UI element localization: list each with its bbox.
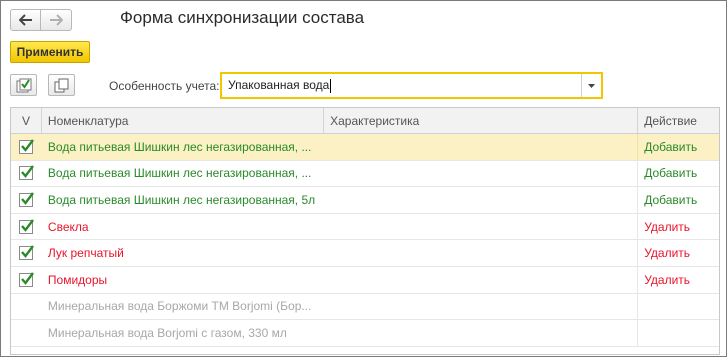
row-characteristic-cell[interactable] bbox=[324, 213, 639, 240]
table-row[interactable]: Вода питьевая Шишкин лес негазированная,… bbox=[11, 160, 719, 188]
row-characteristic-cell[interactable] bbox=[324, 134, 639, 160]
row-action-cell[interactable]: Добавить bbox=[638, 134, 719, 160]
row-check-cell bbox=[11, 214, 42, 240]
row-check-cell bbox=[11, 267, 42, 293]
row-characteristic-cell[interactable] bbox=[324, 187, 639, 213]
row-action-cell[interactable]: Добавить bbox=[638, 187, 719, 213]
row-action-cell[interactable]: Удалить bbox=[638, 240, 719, 266]
column-header-characteristic[interactable]: Характеристика bbox=[324, 108, 639, 133]
row-item-cell[interactable]: Минеральная вода Borjomi с газом, 330 мл bbox=[42, 320, 324, 346]
dropdown-button[interactable] bbox=[581, 74, 601, 97]
row-item-cell[interactable]: Вода питьевая Шишкин лес негазированная,… bbox=[42, 161, 324, 187]
chevron-down-icon bbox=[588, 83, 595, 88]
row-checkbox[interactable] bbox=[19, 245, 35, 261]
table-row[interactable]: Лук репчатый Удалить bbox=[11, 240, 719, 267]
sync-form-window: Форма синхронизации состава Применить Ос… bbox=[0, 0, 727, 357]
checkmark-icon bbox=[21, 165, 35, 179]
row-action-cell[interactable]: Удалить bbox=[638, 267, 719, 293]
row-item-cell[interactable]: Минеральная вода Боржоми ТМ Borjomi (Бор… bbox=[42, 294, 324, 320]
row-item-cell[interactable]: Свекла bbox=[42, 214, 324, 240]
arrow-left-icon bbox=[18, 14, 32, 26]
copy-icon bbox=[54, 78, 68, 92]
back-button[interactable] bbox=[10, 9, 41, 31]
table-row[interactable]: Свекла Удалить bbox=[11, 213, 719, 241]
row-checkbox[interactable] bbox=[19, 272, 35, 287]
checkmark-icon bbox=[21, 192, 35, 205]
row-checkbox[interactable] bbox=[19, 192, 35, 207]
copy-button[interactable] bbox=[48, 74, 75, 96]
check-all-button[interactable] bbox=[10, 74, 37, 96]
row-checkbox[interactable] bbox=[19, 165, 35, 181]
row-action-cell[interactable] bbox=[638, 320, 719, 346]
row-check-cell bbox=[11, 187, 42, 213]
forward-button[interactable] bbox=[41, 9, 72, 31]
arrow-right-icon bbox=[50, 14, 63, 26]
row-characteristic-cell[interactable] bbox=[324, 320, 639, 346]
column-header-action[interactable]: Действие bbox=[638, 108, 719, 133]
accounting-feature-label: Особенность учета: bbox=[109, 79, 220, 93]
apply-button[interactable]: Применить bbox=[10, 41, 90, 63]
table-body: Вода питьевая Шишкин лес негазированная,… bbox=[11, 134, 719, 347]
table-row[interactable]: Помидоры Удалить bbox=[11, 266, 719, 294]
row-action-cell[interactable]: Добавить bbox=[638, 161, 719, 187]
row-check-cell bbox=[11, 294, 42, 320]
table-row[interactable]: Минеральная вода Боржоми ТМ Borjomi (Бор… bbox=[11, 293, 719, 321]
column-header-item[interactable]: Номенклатура bbox=[42, 108, 325, 133]
checkmark-icon bbox=[21, 272, 35, 285]
accounting-feature-field[interactable]: Упакованная вода bbox=[220, 72, 603, 99]
row-check-cell bbox=[11, 161, 42, 187]
row-check-cell bbox=[11, 240, 42, 266]
row-characteristic-cell[interactable] bbox=[324, 266, 639, 293]
text-caret bbox=[330, 78, 332, 93]
row-checkbox[interactable] bbox=[19, 218, 35, 234]
row-characteristic-cell[interactable] bbox=[324, 160, 639, 187]
table-row[interactable]: Вода питьевая Шишкин лес негазированная,… bbox=[11, 134, 719, 161]
row-item-cell[interactable]: Вода питьевая Шишкин лес негазированная,… bbox=[42, 187, 324, 213]
row-item-cell[interactable]: Лук репчатый bbox=[42, 240, 324, 266]
row-checkbox[interactable] bbox=[19, 139, 35, 154]
checkmark-icon bbox=[21, 245, 35, 259]
checkmark-icon bbox=[21, 218, 35, 232]
row-action-cell[interactable] bbox=[638, 294, 719, 320]
column-header-check[interactable]: V bbox=[11, 108, 42, 133]
accounting-feature-value[interactable]: Упакованная вода bbox=[222, 78, 581, 93]
row-item-cell[interactable]: Вода питьевая Шишкин лес негазированная,… bbox=[42, 134, 324, 160]
row-characteristic-cell[interactable] bbox=[324, 293, 639, 320]
check-all-icon bbox=[16, 78, 31, 92]
navigation-buttons bbox=[10, 9, 72, 31]
row-item-cell[interactable]: Помидоры bbox=[42, 267, 324, 293]
row-action-cell[interactable]: Удалить bbox=[638, 214, 719, 240]
table-row[interactable]: Минеральная вода Borjomi с газом, 330 мл bbox=[11, 320, 719, 347]
composition-table: V Номенклатура Характеристика Действие В… bbox=[10, 107, 720, 355]
table-header: V Номенклатура Характеристика Действие bbox=[11, 108, 719, 134]
row-check-cell bbox=[11, 320, 42, 346]
page-title: Форма синхронизации состава bbox=[120, 8, 365, 27]
row-check-cell bbox=[11, 134, 42, 160]
row-characteristic-cell[interactable] bbox=[324, 240, 639, 266]
checkmark-icon bbox=[21, 139, 35, 152]
table-row[interactable]: Вода питьевая Шишкин лес негазированная,… bbox=[11, 187, 719, 214]
